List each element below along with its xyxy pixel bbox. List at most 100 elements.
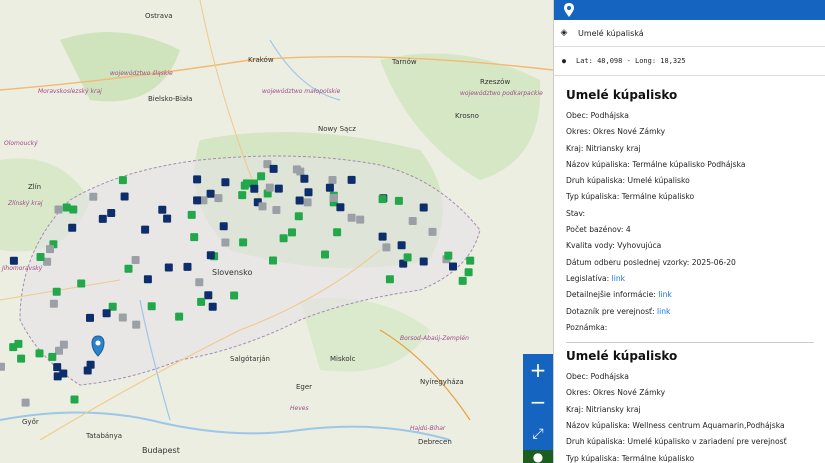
pool-marker[interactable] xyxy=(208,302,217,311)
pool-marker[interactable] xyxy=(98,214,107,223)
pool-marker[interactable] xyxy=(190,233,199,242)
pool-marker[interactable] xyxy=(86,313,94,322)
pool-marker[interactable] xyxy=(59,369,68,378)
zoom-out-button[interactable]: − xyxy=(523,386,553,419)
pool-marker[interactable] xyxy=(333,228,342,237)
pool-marker[interactable] xyxy=(328,176,337,184)
pool-marker[interactable] xyxy=(193,196,202,205)
pool-marker[interactable] xyxy=(394,196,403,205)
pool-marker[interactable] xyxy=(408,217,417,225)
pool-marker[interactable] xyxy=(187,210,196,219)
pool-marker[interactable] xyxy=(419,257,428,266)
pool-marker[interactable] xyxy=(107,209,116,217)
pool-marker[interactable] xyxy=(197,297,206,306)
pool-marker[interactable] xyxy=(258,202,267,211)
pool-marker[interactable] xyxy=(77,279,86,288)
pool-marker[interactable] xyxy=(0,362,5,371)
pool-marker[interactable] xyxy=(385,275,394,284)
pool-marker[interactable] xyxy=(36,253,45,261)
pool-marker[interactable] xyxy=(300,174,309,183)
pool-marker[interactable] xyxy=(238,191,247,200)
pool-marker[interactable] xyxy=(183,262,192,271)
pool-marker[interactable] xyxy=(49,299,58,308)
questionnaire-link[interactable]: link xyxy=(657,307,670,316)
pool-marker[interactable] xyxy=(118,313,127,322)
pool-marker[interactable] xyxy=(403,253,412,262)
fullscreen-button[interactable]: ⤢ xyxy=(523,418,553,451)
map-view[interactable]: Ostrava Bielsko-Biała Kraków Nowy Sącz T… xyxy=(0,0,553,463)
pool-marker[interactable] xyxy=(294,212,303,221)
pool-marker[interactable] xyxy=(219,222,228,231)
layer-selector[interactable]: ◈ Umelé kúpaliská xyxy=(554,20,825,47)
pool-marker[interactable] xyxy=(378,195,387,204)
pool-marker[interactable] xyxy=(419,203,428,212)
pool-marker[interactable] xyxy=(221,178,230,187)
pool-marker[interactable] xyxy=(329,193,338,202)
pool-marker[interactable] xyxy=(118,176,127,185)
pool-marker[interactable] xyxy=(303,198,312,207)
pool-marker[interactable] xyxy=(279,234,288,243)
pool-marker[interactable] xyxy=(382,243,391,252)
pool-marker[interactable] xyxy=(46,245,54,254)
pool-marker[interactable] xyxy=(204,291,213,300)
pool-marker[interactable] xyxy=(193,175,202,184)
pool-marker[interactable] xyxy=(54,205,63,214)
pool-marker[interactable] xyxy=(347,213,356,222)
pool-marker[interactable] xyxy=(356,215,365,224)
pool-marker[interactable] xyxy=(175,312,184,321)
pool-marker[interactable] xyxy=(89,192,98,201)
pool-marker[interactable] xyxy=(250,184,259,193)
pool-marker[interactable] xyxy=(48,352,57,361)
pool-marker[interactable] xyxy=(296,167,305,176)
pool-marker[interactable] xyxy=(206,189,215,198)
pool-marker[interactable] xyxy=(52,287,61,296)
pool-marker[interactable] xyxy=(265,183,274,192)
pool-marker[interactable] xyxy=(35,349,44,358)
pool-marker[interactable] xyxy=(86,360,95,369)
pool-marker[interactable] xyxy=(9,256,18,265)
pool-marker[interactable] xyxy=(163,214,172,223)
locate-button[interactable]: ● xyxy=(523,450,553,463)
pool-marker[interactable] xyxy=(221,238,230,247)
pool-marker[interactable] xyxy=(141,225,150,234)
pool-marker[interactable] xyxy=(336,203,345,212)
pool-marker[interactable] xyxy=(458,276,467,285)
legislation-link[interactable]: link xyxy=(612,274,625,283)
pool-marker[interactable] xyxy=(9,343,18,352)
pool-marker[interactable] xyxy=(257,172,266,181)
pool-marker[interactable] xyxy=(143,275,152,284)
pool-marker[interactable] xyxy=(274,184,283,193)
pool-marker[interactable] xyxy=(347,175,356,184)
pool-marker[interactable] xyxy=(272,206,281,214)
pool-marker[interactable] xyxy=(466,256,475,265)
pool-marker[interactable] xyxy=(321,250,329,259)
pool-marker[interactable] xyxy=(68,223,77,232)
pool-marker[interactable] xyxy=(449,262,457,271)
pool-marker[interactable] xyxy=(288,228,296,237)
pool-marker[interactable] xyxy=(147,302,156,311)
layer-select-value[interactable]: Umelé kúpaliská xyxy=(574,29,644,38)
pool-marker[interactable] xyxy=(70,395,79,404)
pool-marker[interactable] xyxy=(214,194,223,203)
pool-marker[interactable] xyxy=(269,164,278,173)
pool-marker[interactable] xyxy=(269,256,277,265)
pool-marker[interactable] xyxy=(239,238,248,247)
pool-marker[interactable] xyxy=(206,251,215,260)
detail-link[interactable]: link xyxy=(658,290,671,299)
zoom-in-button[interactable]: + xyxy=(523,354,553,387)
pool-marker[interactable] xyxy=(21,398,30,407)
pool-marker[interactable] xyxy=(378,232,387,241)
pool-marker[interactable] xyxy=(325,183,334,192)
pool-marker[interactable] xyxy=(158,205,167,214)
pool-marker[interactable] xyxy=(195,278,204,287)
pool-marker[interactable] xyxy=(124,264,133,273)
pool-marker[interactable] xyxy=(230,291,239,300)
pool-marker[interactable] xyxy=(428,227,437,236)
pool-marker[interactable] xyxy=(397,241,406,250)
pool-marker[interactable] xyxy=(444,251,453,260)
pool-marker[interactable] xyxy=(131,256,140,264)
pool-marker[interactable] xyxy=(304,188,313,197)
pool-marker[interactable] xyxy=(62,203,71,212)
pool-marker[interactable] xyxy=(164,263,173,272)
pool-marker[interactable] xyxy=(120,192,129,201)
